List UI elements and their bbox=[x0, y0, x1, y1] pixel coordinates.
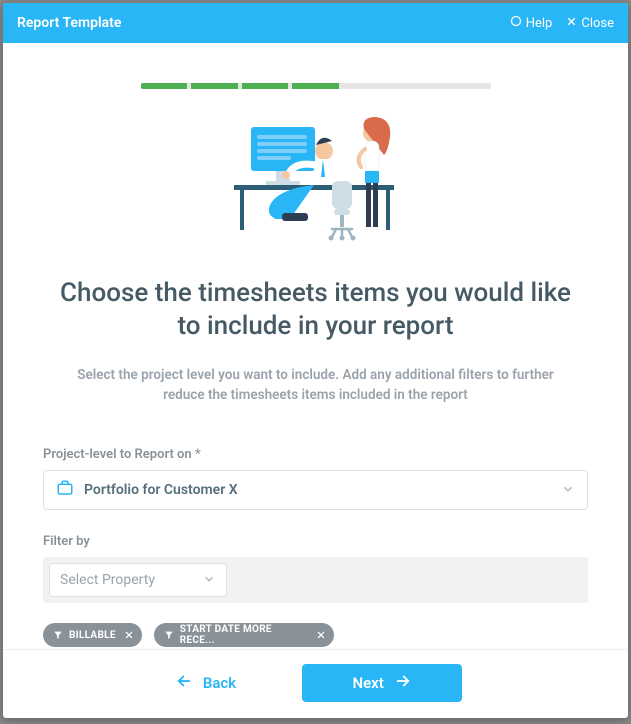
filter-by-label: Filter by bbox=[43, 534, 588, 549]
desk-illustration bbox=[216, 109, 416, 259]
page-heading: Choose the timesheets items you would li… bbox=[53, 277, 578, 342]
help-button[interactable]: Help bbox=[510, 15, 553, 31]
page-subheading: Select the project level you want to inc… bbox=[63, 366, 568, 405]
funnel-icon bbox=[164, 630, 174, 640]
filter-chip[interactable]: START DATE MORE RECE... bbox=[154, 623, 334, 647]
help-label: Help bbox=[526, 16, 553, 31]
filter-row: Select Property bbox=[43, 557, 588, 603]
help-icon bbox=[510, 15, 522, 31]
arrow-right-icon bbox=[394, 672, 412, 694]
modal-header: Report Template Help Close bbox=[3, 3, 628, 43]
back-label: Back bbox=[203, 674, 236, 692]
modal-title: Report Template bbox=[17, 15, 510, 31]
portfolio-icon bbox=[56, 479, 74, 501]
illustration bbox=[43, 109, 588, 259]
progress-segment bbox=[444, 83, 491, 89]
close-icon bbox=[566, 16, 577, 31]
progress-segment bbox=[292, 83, 339, 89]
chip-remove-icon[interactable] bbox=[316, 630, 326, 640]
chip-label: BILLABLE bbox=[69, 630, 116, 641]
filter-property-select[interactable]: Select Property bbox=[49, 563, 227, 597]
progress-segment bbox=[393, 83, 440, 89]
progress-wrap bbox=[43, 83, 588, 89]
progress-segment bbox=[343, 83, 390, 89]
project-level-label: Project-level to Report on * bbox=[43, 447, 588, 462]
close-button[interactable]: Close bbox=[566, 16, 614, 31]
next-label: Next bbox=[353, 674, 384, 692]
filter-placeholder: Select Property bbox=[60, 572, 202, 588]
close-label: Close bbox=[581, 16, 614, 31]
back-button[interactable]: Back bbox=[169, 672, 242, 694]
chevron-down-icon bbox=[561, 481, 575, 500]
header-actions: Help Close bbox=[510, 15, 614, 31]
progress-segment bbox=[141, 83, 188, 89]
modal-footer: Back Next bbox=[3, 649, 628, 718]
chip-label: START DATE MORE RECE... bbox=[180, 624, 308, 646]
progress-segment bbox=[242, 83, 289, 89]
modal-body: Choose the timesheets items you would li… bbox=[3, 43, 628, 649]
arrow-left-icon bbox=[175, 672, 193, 694]
chevron-down-icon bbox=[202, 571, 216, 590]
progress-bar bbox=[141, 83, 491, 89]
chip-remove-icon[interactable] bbox=[124, 630, 134, 640]
project-level-value: Portfolio for Customer X bbox=[84, 482, 561, 498]
progress-segment bbox=[191, 83, 238, 89]
filter-chip[interactable]: BILLABLE bbox=[43, 623, 142, 647]
next-button[interactable]: Next bbox=[302, 664, 462, 702]
project-level-select[interactable]: Portfolio for Customer X bbox=[43, 470, 588, 510]
filter-chips: BILLABLE START DATE MORE RECE... bbox=[43, 623, 588, 647]
funnel-icon bbox=[53, 630, 63, 640]
report-template-modal: Report Template Help Close bbox=[3, 3, 628, 718]
